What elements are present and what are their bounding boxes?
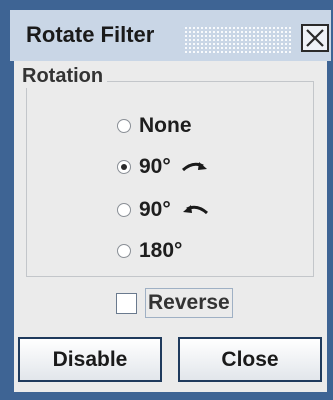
drag-grip[interactable] <box>184 26 292 53</box>
close-icon <box>306 29 324 47</box>
dialog-content: Rotation None 90° 90° 180° Reverse Disab… <box>14 61 327 392</box>
radio-indicator <box>117 119 131 133</box>
rotation-group-title: Rotation <box>20 65 108 88</box>
radio-label: 90° <box>139 198 171 221</box>
close-button[interactable]: Close <box>178 337 322 382</box>
disable-button[interactable]: Disable <box>18 337 162 382</box>
reverse-checkbox[interactable]: Reverse <box>116 288 233 318</box>
radio-indicator-selected <box>117 160 131 174</box>
radio-indicator <box>117 244 131 258</box>
radio-label: 90° <box>139 155 171 178</box>
radio-none[interactable]: None <box>117 114 192 138</box>
window-title: Rotate Filter <box>26 22 155 47</box>
radio-indicator <box>117 203 131 217</box>
rotate-counterclockwise-icon <box>182 205 208 215</box>
checkbox-indicator <box>116 292 137 314</box>
radio-90-clockwise[interactable]: 90° <box>117 155 209 179</box>
rotate-clockwise-icon <box>181 162 207 172</box>
close-window-button[interactable] <box>301 24 329 52</box>
title-bar[interactable]: Rotate Filter <box>10 10 331 61</box>
radio-label: 180° <box>139 239 183 262</box>
rotate-filter-window: Rotate Filter Rotation None 90° 90° 180°… <box>0 0 333 400</box>
radio-label: None <box>139 114 192 137</box>
radio-180[interactable]: 180° <box>117 239 182 263</box>
reverse-label: Reverse <box>145 288 233 318</box>
radio-90-counterclockwise[interactable]: 90° <box>117 198 209 222</box>
